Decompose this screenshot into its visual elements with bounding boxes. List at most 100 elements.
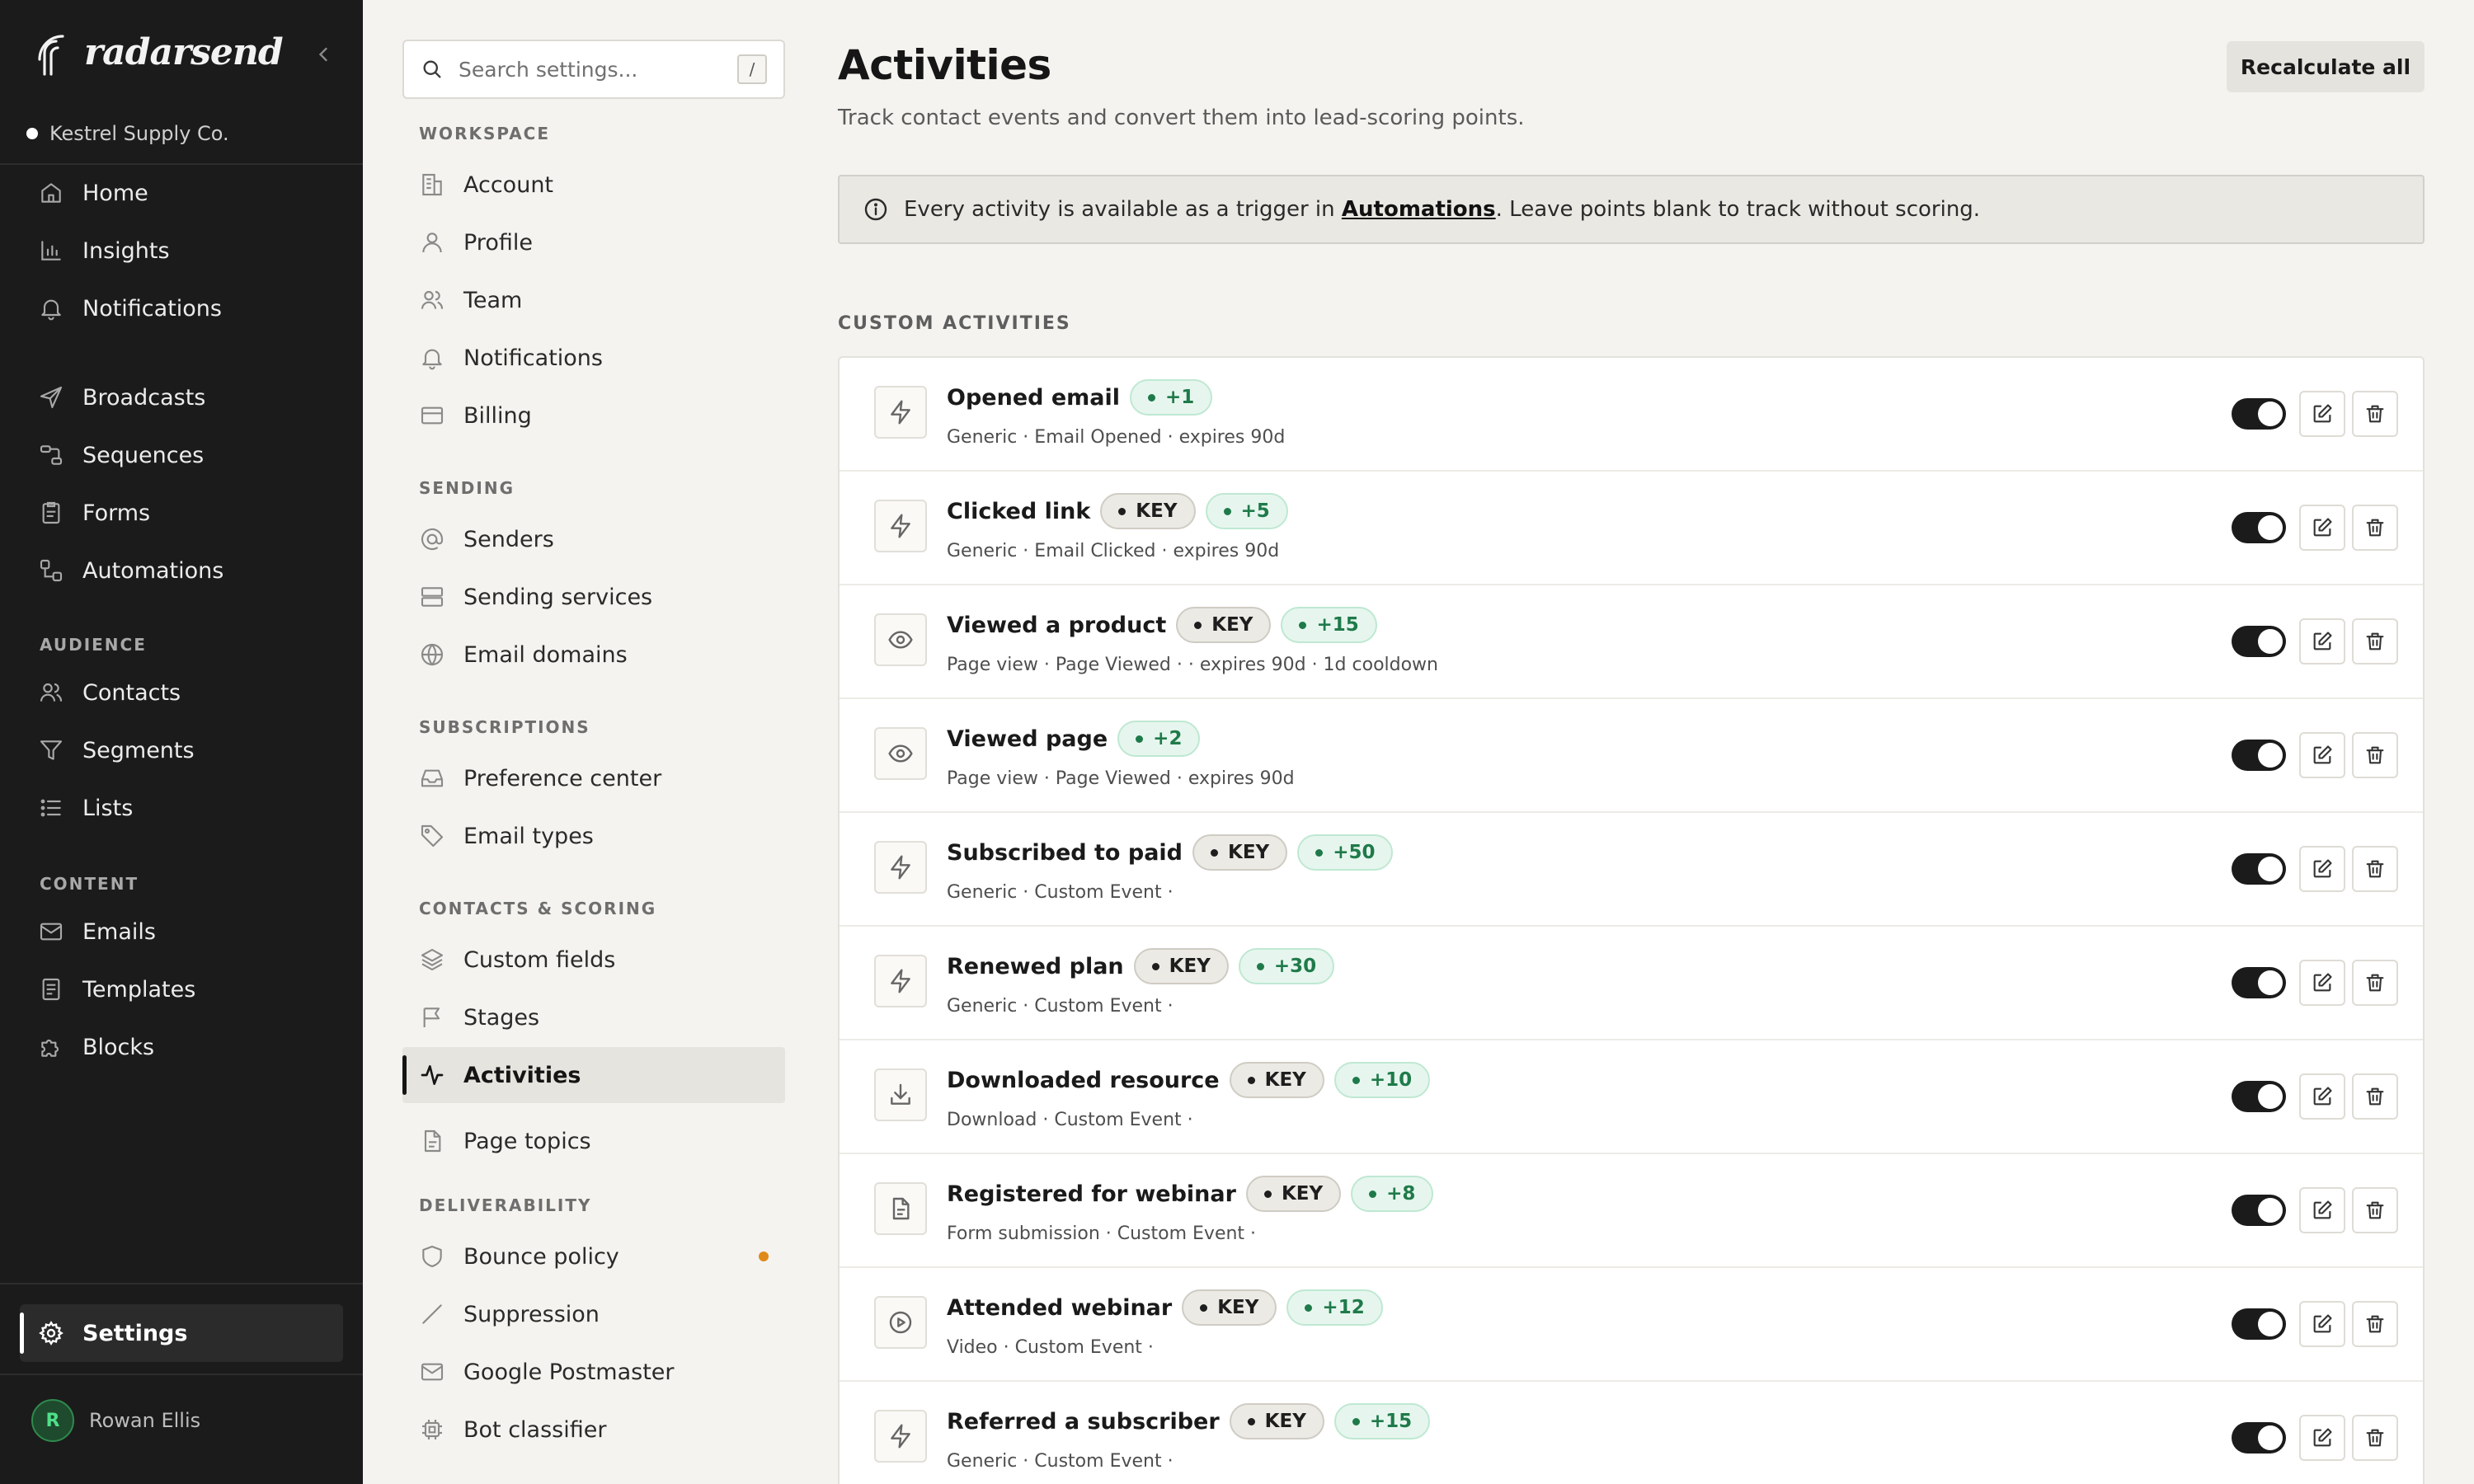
nav-settings[interactable]: Settings [20, 1304, 343, 1362]
nav-insights[interactable]: Insights [38, 234, 170, 267]
nav-automations[interactable]: Automations [38, 554, 223, 587]
settings-item-page-topics[interactable]: Page topics [419, 1125, 591, 1158]
settings-item-suppression[interactable]: Suppression [419, 1298, 600, 1331]
automations-link[interactable]: Automations [1342, 197, 1496, 222]
delete-activity-button[interactable] [2352, 1187, 2398, 1233]
brand-logo[interactable]: radarsend [38, 31, 335, 89]
nav-forms[interactable]: Forms [38, 496, 150, 529]
nav-home[interactable]: Home [38, 176, 148, 209]
edit-activity-button[interactable] [2299, 732, 2345, 778]
settings-item-account[interactable]: Account [419, 168, 553, 201]
edit-activity-button[interactable] [2299, 1073, 2345, 1120]
settings-item-email-types[interactable]: Email types [419, 819, 594, 852]
activity-row[interactable]: Renewed plan KEY +30 Generic · Custom Event… [840, 927, 2423, 1040]
delete-activity-button[interactable] [2352, 391, 2398, 437]
info-icon [864, 198, 887, 221]
edit-icon [2313, 1428, 2332, 1447]
nav-label: Templates [82, 976, 196, 1003]
settings-item-bounce-policy[interactable]: Bounce policy [419, 1240, 619, 1273]
delete-activity-button[interactable] [2352, 618, 2398, 665]
settings-item-profile[interactable]: Profile [419, 226, 533, 259]
activity-row[interactable]: Viewed a product KEY +15 Page view · Page V… [840, 585, 2423, 699]
custom-activities-heading: CUSTOM ACTIVITIES [838, 313, 1071, 334]
edit-activity-button[interactable] [2299, 618, 2345, 665]
settings-item-team[interactable]: Team [419, 284, 522, 317]
settings-item-stages[interactable]: Stages [419, 1001, 539, 1034]
edit-activity-button[interactable] [2299, 846, 2345, 892]
activity-enabled-toggle[interactable] [2232, 967, 2286, 998]
activity-row[interactable]: Downloaded resource KEY +10 Download · Cust… [840, 1040, 2423, 1154]
activity-row[interactable]: Subscribed to paid KEY +50 Generic · Custom… [840, 813, 2423, 927]
recalculate-all-button[interactable]: Recalculate all [2227, 41, 2425, 92]
chip-icon [422, 1420, 442, 1439]
activity-row[interactable]: Referred a subscriber KEY +15 Generic · Cus… [840, 1382, 2423, 1484]
activity-enabled-toggle[interactable] [2232, 512, 2286, 543]
delete-activity-button[interactable] [2352, 960, 2398, 1006]
settings-item-activities[interactable]: Activities [402, 1047, 785, 1103]
send-icon [40, 386, 63, 409]
settings-item-bot-classifier[interactable]: Bot classifier [419, 1413, 606, 1446]
search-input[interactable] [459, 57, 722, 82]
settings-item-sending-services[interactable]: Sending services [419, 580, 652, 613]
edit-activity-button[interactable] [2299, 1415, 2345, 1461]
trash-icon [2366, 1087, 2384, 1106]
team-icon [421, 290, 444, 309]
activity-row[interactable]: Viewed page +2 Page view · Page Viewed · e… [840, 699, 2423, 813]
activity-enabled-toggle[interactable] [2232, 740, 2286, 771]
org-switcher[interactable]: Kestrel Supply Co. [26, 120, 229, 147]
activity-meta: Download · Custom Event · [947, 1110, 1193, 1130]
activity-row[interactable]: Registered for webinar KEY +8 Form submissi… [840, 1154, 2423, 1268]
delete-activity-button[interactable] [2352, 1073, 2398, 1120]
edit-activity-button[interactable] [2299, 1301, 2345, 1347]
nav-notifications[interactable]: Notifications [38, 292, 222, 325]
activity-name: Opened email [947, 384, 1121, 411]
nav-sequences[interactable]: Sequences [38, 439, 204, 472]
settings-item-custom-fields[interactable]: Custom fields [419, 943, 615, 976]
settings-item-preference-center[interactable]: Preference center [419, 762, 661, 795]
settings-item-label: Profile [463, 229, 533, 256]
activity-enabled-toggle[interactable] [2232, 1422, 2286, 1453]
delete-activity-button[interactable] [2352, 846, 2398, 892]
nav-templates[interactable]: Templates [38, 973, 195, 1006]
settings-item-notifications[interactable]: Notifications [419, 341, 603, 374]
user-menu[interactable]: R Rowan Ellis [31, 1398, 200, 1443]
settings-search[interactable]: / [402, 40, 785, 99]
edit-activity-button[interactable] [2299, 391, 2345, 437]
activity-enabled-toggle[interactable] [2232, 1081, 2286, 1112]
delete-activity-button[interactable] [2352, 1301, 2398, 1347]
nav-label: Settings [82, 1320, 188, 1346]
settings-item-email-domains[interactable]: Email domains [419, 638, 628, 671]
activity-row[interactable]: Opened email +1 Generic · Email Opened · e… [840, 358, 2423, 472]
delete-activity-button[interactable] [2352, 505, 2398, 551]
bolt-icon [874, 386, 927, 439]
settings-item-senders[interactable]: Senders [419, 523, 554, 556]
play-icon [874, 1296, 927, 1349]
nav-broadcasts[interactable]: Broadcasts [38, 381, 205, 414]
edit-activity-button[interactable] [2299, 1187, 2345, 1233]
collapse-sidebar-icon[interactable] [312, 43, 335, 66]
nav-blocks[interactable]: Blocks [38, 1031, 154, 1064]
activity-name: Downloaded resource [947, 1067, 1220, 1093]
edit-activity-button[interactable] [2299, 505, 2345, 551]
nav-lists[interactable]: Lists [38, 791, 133, 824]
nav-emails[interactable]: Emails [38, 915, 156, 948]
delete-activity-button[interactable] [2352, 732, 2398, 778]
activity-row[interactable]: Attended webinar KEY +12 Video · Custom Eve… [840, 1268, 2423, 1382]
file-icon [424, 1129, 441, 1153]
nav-contacts[interactable]: Contacts [38, 676, 181, 709]
settings-item-google-postmaster[interactable]: Google Postmaster [419, 1355, 675, 1388]
activity-enabled-toggle[interactable] [2232, 398, 2286, 430]
activity-enabled-toggle[interactable] [2232, 1308, 2286, 1340]
nav-segments[interactable]: Segments [38, 734, 195, 767]
form-icon [42, 501, 60, 524]
activity-enabled-toggle[interactable] [2232, 1195, 2286, 1226]
activity-enabled-toggle[interactable] [2232, 853, 2286, 885]
activity-row[interactable]: Clicked link KEY +5 Generic · Email Clicked… [840, 472, 2423, 585]
org-status-dot [26, 128, 38, 139]
trash-icon [2366, 1201, 2384, 1219]
settings-item-billing[interactable]: Billing [419, 399, 532, 432]
activity-meta: Video · Custom Event · [947, 1337, 1154, 1358]
edit-activity-button[interactable] [2299, 960, 2345, 1006]
delete-activity-button[interactable] [2352, 1415, 2398, 1461]
activity-enabled-toggle[interactable] [2232, 626, 2286, 657]
